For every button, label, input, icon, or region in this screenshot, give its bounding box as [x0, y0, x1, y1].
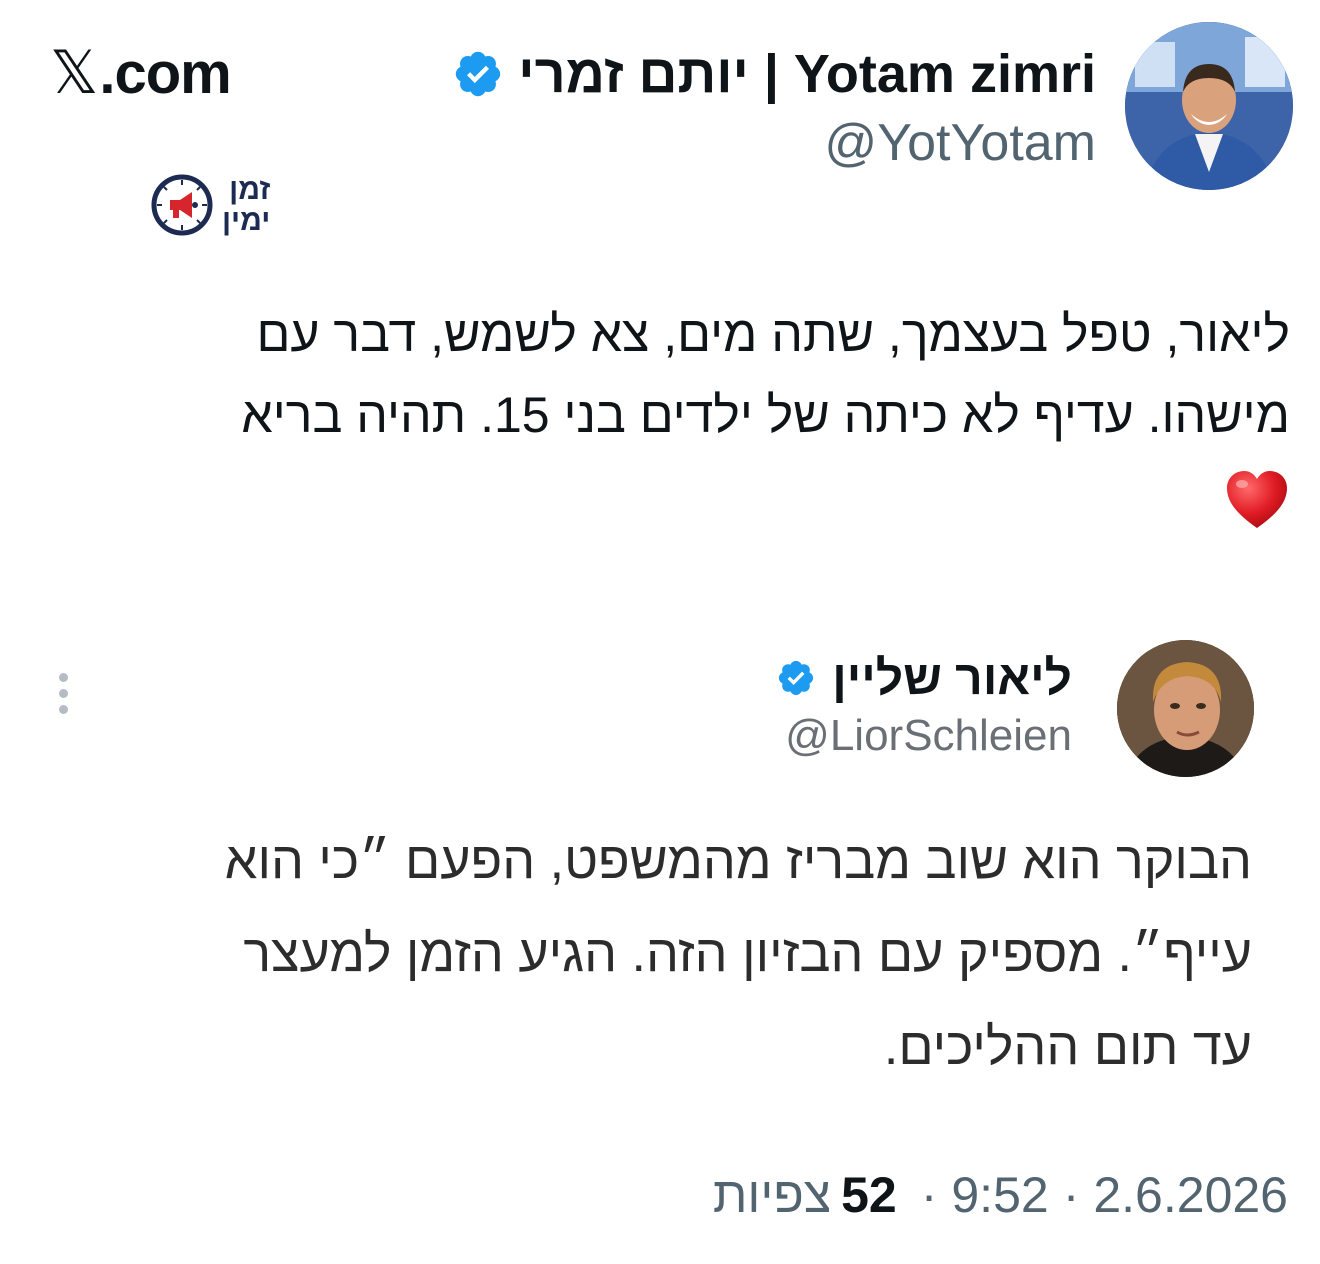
quoted-post-text: הבוקר הוא שוב מבריז מהמשפט, הפעם ״כי הוא… — [60, 815, 1252, 1094]
quoted-text-line: הבוקר הוא שוב מבריז מהמשפט, הפעם ״כי הוא — [224, 832, 1252, 890]
quoted-text-line: עייף״. מספיק עם הבזיון הזה. הגיע הזמן למ… — [243, 925, 1252, 983]
post-text-line: ליאור, טפל בעצמך, שתה מים, צא לשמש, דבר … — [256, 306, 1290, 362]
meta-separator: · — [1062, 1167, 1080, 1223]
channel-logo-text: זמן ימין — [222, 174, 270, 236]
verified-badge-icon — [456, 51, 501, 97]
megaphone-clock-icon — [151, 174, 213, 236]
author-avatar[interactable] — [1125, 22, 1293, 190]
author-handle[interactable]: @YotYotam — [824, 113, 1096, 173]
quoted-author-avatar-image — [1117, 640, 1254, 777]
meta-separator: · — [920, 1167, 938, 1223]
post-date[interactable]: 2.6.2026 — [1093, 1166, 1288, 1224]
post-emoji-line — [80, 456, 1290, 537]
more-options-icon[interactable] — [55, 673, 71, 714]
quoted-author-name: ליאור שליין — [832, 651, 1072, 705]
x-com-brand: 𝕏 .com — [50, 38, 232, 108]
verified-badge-icon — [779, 660, 814, 696]
channel-logo-line1: זמן — [229, 173, 271, 206]
heart-icon — [1227, 470, 1287, 528]
post-text-line: מישהו. עדיף לא כיתה של ילדים בני 15. תהי… — [241, 387, 1290, 443]
author-avatar-image — [1125, 22, 1293, 190]
post-views-count[interactable]: 52 — [841, 1166, 897, 1224]
channel-logo-line2: ימין — [222, 204, 271, 237]
quoted-author-name-row[interactable]: ליאור שליין — [776, 648, 1072, 708]
quoted-author-handle[interactable]: @LiorSchleien — [785, 711, 1072, 761]
author-name: יותם זמרי | Yotam zimri — [518, 44, 1096, 104]
post-meta: צפיות 52 · 9:52 · 2.6.2026 — [713, 1165, 1288, 1225]
x-logo-icon: 𝕏 — [50, 39, 98, 106]
author-name-row[interactable]: יותם זמרי | Yotam zimri — [452, 40, 1096, 108]
quoted-author-avatar[interactable] — [1117, 640, 1254, 777]
channel-logo: זמן ימין — [150, 173, 270, 237]
quoted-text-line: עד תום ההליכים. — [883, 1018, 1252, 1076]
brand-site-text: .com — [99, 40, 231, 106]
post-views-label: צפיות — [712, 1167, 832, 1223]
post-time[interactable]: 9:52 — [951, 1166, 1048, 1224]
post-text: ליאור, טפל בעצמך, שתה מים, צא לשמש, דבר … — [80, 294, 1290, 537]
